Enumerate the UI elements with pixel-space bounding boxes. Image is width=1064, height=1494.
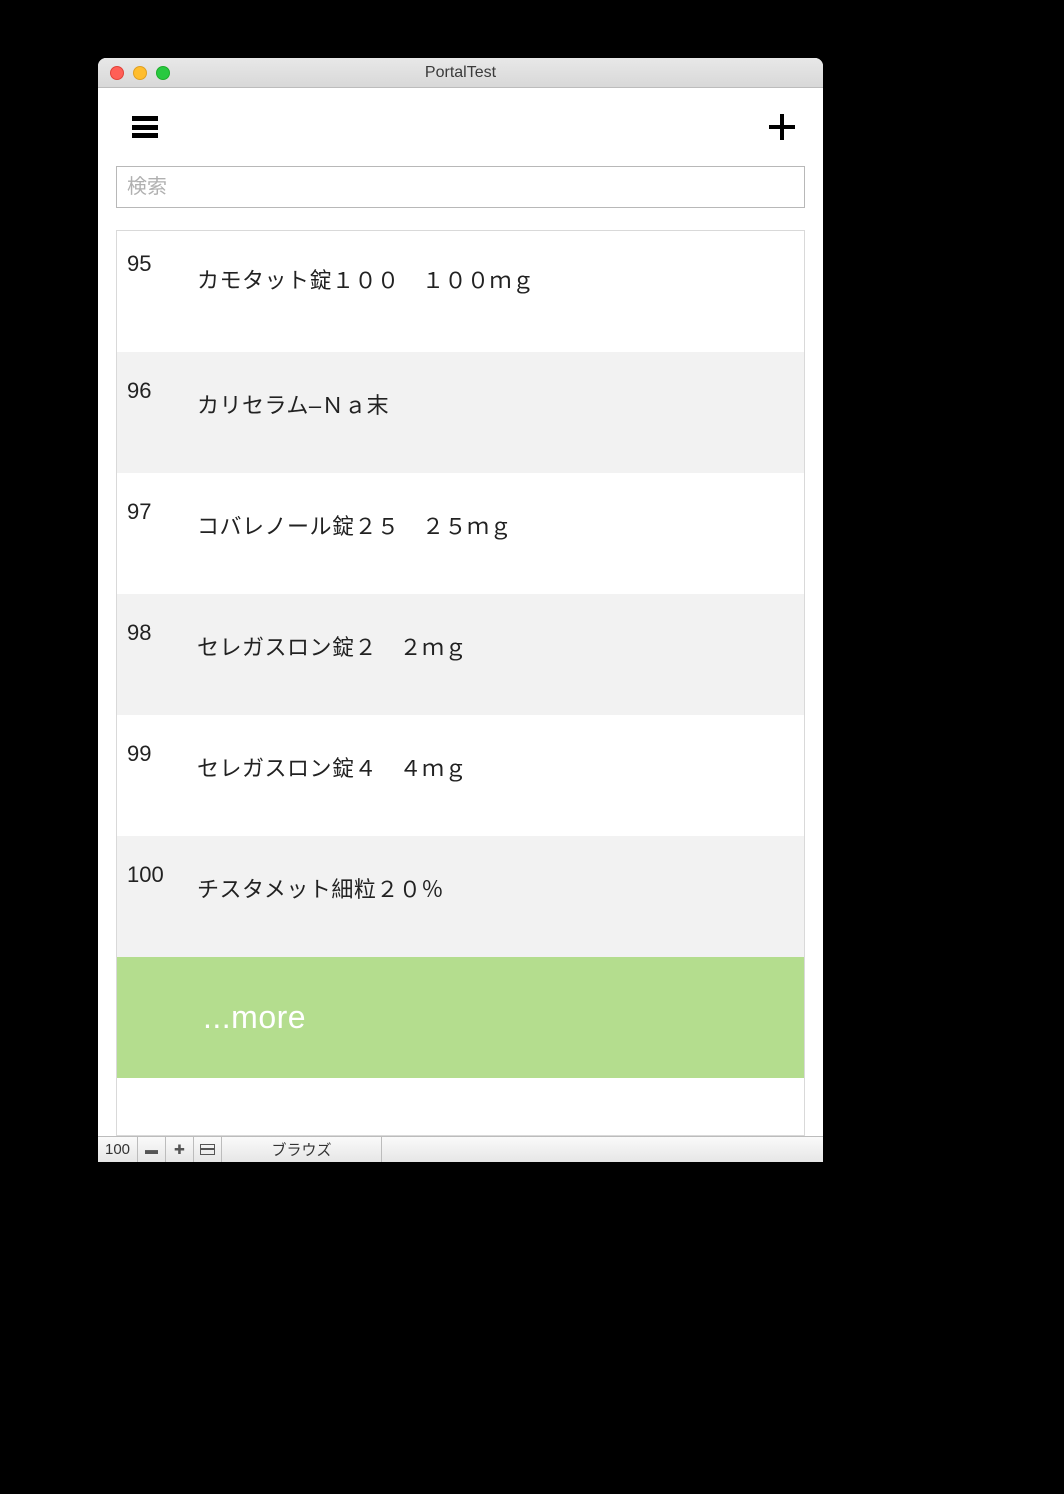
- list-item[interactable]: 99 セレガスロン錠４ ４ｍｇ: [117, 715, 804, 836]
- list-item[interactable]: 98 セレガスロン錠２ ２ｍｇ: [117, 594, 804, 715]
- row-index: 98: [127, 594, 197, 646]
- content-area: 95 カモタット錠１００ １００ｍｇ 96 カリセラム–Ｎａ末 97 コバレノー…: [98, 88, 823, 1136]
- more-label: ...more: [203, 999, 306, 1036]
- layout-button[interactable]: [194, 1137, 222, 1162]
- search-container: [98, 166, 823, 230]
- toolbar: [98, 88, 823, 166]
- row-name: チスタメット細粒２０％: [197, 836, 794, 904]
- row-index: 100: [127, 836, 197, 888]
- mode-selector[interactable]: ブラウズ: [222, 1137, 382, 1162]
- minimize-icon[interactable]: [133, 66, 147, 80]
- row-name: カモタット錠１００ １００ｍｇ: [197, 231, 794, 295]
- list-item[interactable]: 97 コバレノール錠２５ ２５ｍｇ: [117, 473, 804, 594]
- row-index: 95: [127, 231, 197, 277]
- zoom-out-button[interactable]: ▬: [138, 1137, 166, 1162]
- load-more-button[interactable]: ...more: [117, 957, 804, 1078]
- hamburger-icon[interactable]: [132, 116, 158, 138]
- row-index: 97: [127, 473, 197, 525]
- plus-small-icon: ✚: [174, 1142, 185, 1158]
- statusbar: 100 ▬ ✚ ブラウズ: [98, 1136, 823, 1162]
- search-input[interactable]: [116, 166, 805, 208]
- titlebar: PortalTest: [98, 58, 823, 88]
- list-item[interactable]: 96 カリセラム–Ｎａ末: [117, 352, 804, 473]
- plus-icon[interactable]: [769, 114, 795, 140]
- row-name: カリセラム–Ｎａ末: [197, 352, 794, 420]
- result-list: 95 カモタット錠１００ １００ｍｇ 96 カリセラム–Ｎａ末 97 コバレノー…: [116, 230, 805, 1136]
- close-icon[interactable]: [110, 66, 124, 80]
- zoom-in-button[interactable]: ✚: [166, 1137, 194, 1162]
- app-window: PortalTest 95 カモタット錠１００ １００ｍｇ 96 カリセラム–Ｎ…: [98, 58, 823, 1162]
- row-name: セレガスロン錠４ ４ｍｇ: [197, 715, 794, 783]
- row-index: 99: [127, 715, 197, 767]
- row-name: セレガスロン錠２ ２ｍｇ: [197, 594, 794, 662]
- minus-icon: ▬: [145, 1142, 158, 1157]
- window-title: PortalTest: [98, 64, 823, 82]
- list-item[interactable]: 95 カモタット錠１００ １００ｍｇ: [117, 231, 804, 352]
- row-index: 96: [127, 352, 197, 404]
- record-count: 100: [98, 1137, 138, 1162]
- layout-icon: [200, 1144, 215, 1155]
- row-name: コバレノール錠２５ ２５ｍｇ: [197, 473, 794, 541]
- mode-label: ブラウズ: [271, 1139, 331, 1160]
- traffic-lights: [98, 66, 170, 80]
- statusbar-spacer: [382, 1137, 823, 1162]
- zoom-icon[interactable]: [156, 66, 170, 80]
- list-item[interactable]: 100 チスタメット細粒２０％: [117, 836, 804, 957]
